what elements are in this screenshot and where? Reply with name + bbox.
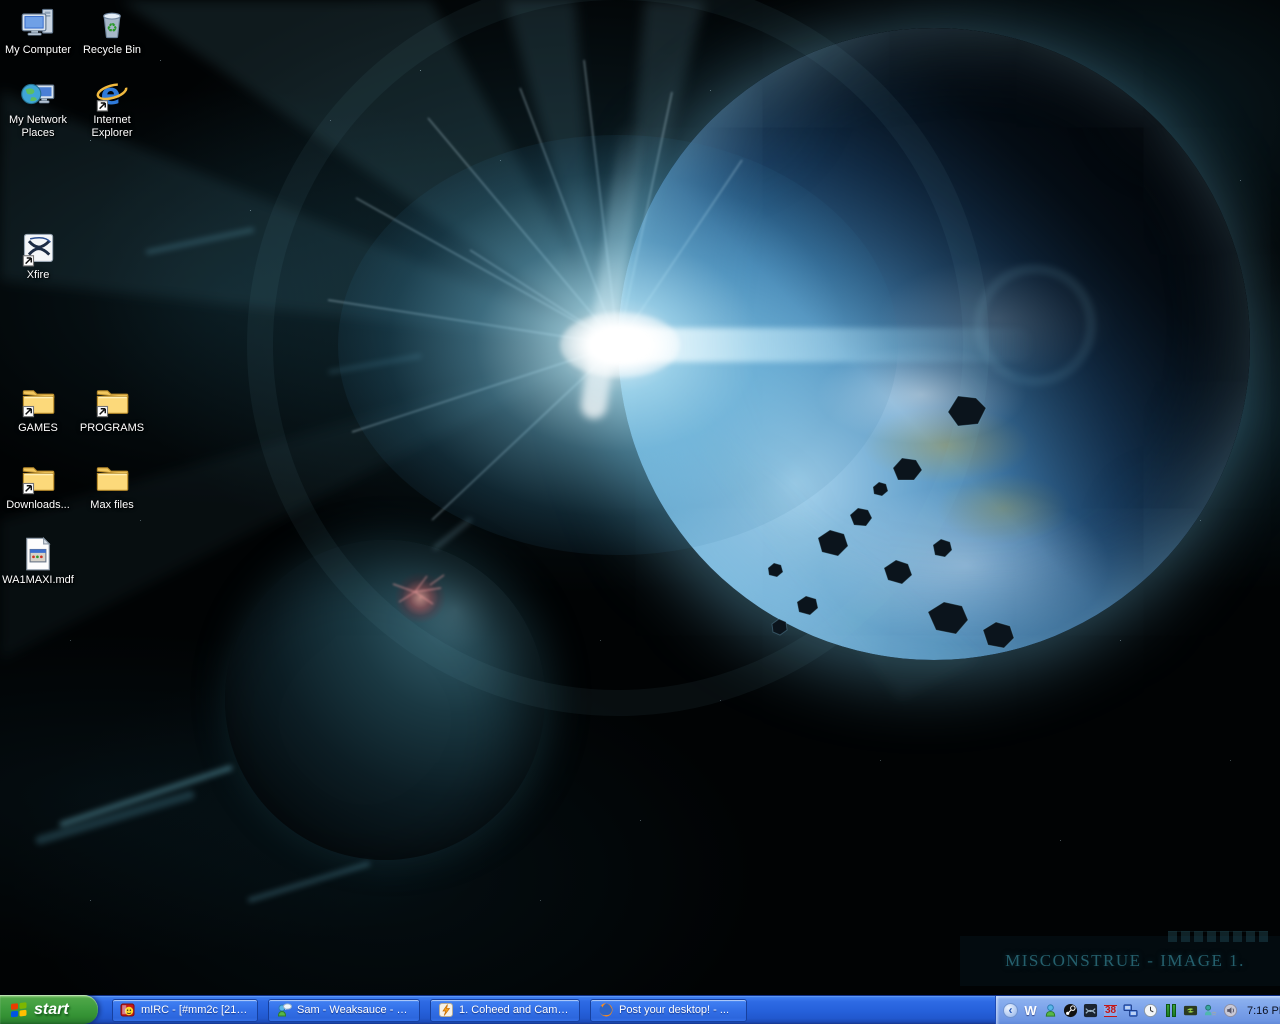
taskbar-button-firefox[interactable]: Post your desktop! - ... xyxy=(590,999,747,1022)
icon-label: GAMES xyxy=(18,422,58,435)
taskbar-button-winamp[interactable]: 1. Coheed and Camb... xyxy=(430,999,580,1022)
tray-scheduler-clock-icon[interactable] xyxy=(1142,1002,1159,1019)
wallpaper-watermark-text: MISCONSTRUE - IMAGE 1. xyxy=(990,951,1260,971)
folder-shortcut-icon xyxy=(20,461,56,497)
tray-xfire-icon[interactable] xyxy=(1082,1002,1099,1019)
icon-label: Recycle Bin xyxy=(83,44,141,57)
messenger-icon xyxy=(276,1002,292,1018)
wallpaper-logo-mark xyxy=(1168,931,1268,942)
folder-icon xyxy=(94,461,130,497)
icon-label: WA1MAXI.mdf xyxy=(2,574,74,587)
taskbar-button-messenger[interactable]: Sam - Weaksauce - C... xyxy=(268,999,420,1022)
taskbar-button-label: Sam - Weaksauce - C... xyxy=(297,1004,412,1016)
start-button[interactable]: start xyxy=(0,995,98,1024)
folder-shortcut-icon xyxy=(20,384,56,420)
winamp-icon xyxy=(438,1002,454,1018)
my-network-places-icon xyxy=(20,76,56,112)
moon-impact-lightning xyxy=(393,575,444,604)
icon-label: My Network Places xyxy=(1,114,75,140)
mirc-icon xyxy=(120,1002,136,1018)
recycle-bin-icon: ♻ xyxy=(94,6,130,42)
desktop-icon-max-files[interactable]: Max files xyxy=(74,461,150,512)
icon-label: PROGRAMS xyxy=(80,422,144,435)
tray-clock[interactable]: 7:16 PM xyxy=(1247,1005,1280,1017)
desktop-icon-wa1maxi-mdf[interactable]: WA1MAXI.mdf xyxy=(0,536,76,587)
desktop-icon-xfire[interactable]: Xfire xyxy=(0,231,76,282)
my-computer-icon xyxy=(20,6,56,42)
tray-volume-speaker-icon[interactable] xyxy=(1222,1002,1239,1019)
icon-label: My Computer xyxy=(5,44,71,57)
tray-nvidia-settings-icon[interactable] xyxy=(1182,1002,1199,1019)
tray-messenger-icon[interactable] xyxy=(1042,1002,1059,1019)
tray-temperature-monitor-icon[interactable]: 38 xyxy=(1102,1002,1119,1019)
tray-collapse-chevron-icon[interactable]: ‹ xyxy=(1002,1002,1019,1019)
desktop-icon-internet-explorer[interactable]: e Internet Explorer xyxy=(74,76,150,140)
xfire-icon xyxy=(20,231,56,267)
desktop-icon-my-network-places[interactable]: My Network Places xyxy=(0,76,76,140)
tray-icons: ‹ W 38 xyxy=(1002,1002,1239,1019)
tray-pause-bars-icon[interactable] xyxy=(1162,1002,1179,1019)
taskbar-button-label: Post your desktop! - ... xyxy=(619,1004,729,1016)
desktop-wallpaper: MISCONSTRUE - IMAGE 1. My Computer ♻ Re xyxy=(0,0,1280,995)
start-button-label: start xyxy=(34,1001,73,1019)
icon-label: Max files xyxy=(90,499,133,512)
tray-network-icon[interactable] xyxy=(1122,1002,1139,1019)
icon-label: Xfire xyxy=(27,269,50,282)
screen: MISCONSTRUE - IMAGE 1. My Computer ♻ Re xyxy=(0,0,1280,1024)
desktop-icon-recycle-bin[interactable]: ♻ Recycle Bin xyxy=(74,6,150,57)
tray-audio-wizard-icon[interactable] xyxy=(1202,1002,1219,1019)
desktop-icon-downloads[interactable]: Downloads... xyxy=(0,461,76,512)
taskbar-button-mirc[interactable]: mIRC - [#mm2c [21] ... xyxy=(112,999,258,1022)
internet-explorer-icon: e xyxy=(94,76,130,112)
mdf-file-icon xyxy=(20,536,56,572)
system-tray: ‹ W 38 xyxy=(995,996,1280,1024)
desktop-icon-my-computer[interactable]: My Computer xyxy=(0,6,76,57)
desktop-icon-programs[interactable]: PROGRAMS xyxy=(74,384,150,435)
tray-w-app-icon[interactable]: W xyxy=(1022,1002,1039,1019)
icon-label: Downloads... xyxy=(6,499,70,512)
windows-flag-icon xyxy=(10,1001,28,1019)
svg-text:♻: ♻ xyxy=(106,21,117,35)
taskbar-button-label: 1. Coheed and Camb... xyxy=(459,1004,572,1016)
tray-steam-icon[interactable] xyxy=(1062,1002,1079,1019)
firefox-icon xyxy=(598,1002,614,1018)
star-explosion-core xyxy=(560,312,680,378)
taskbar-button-label: mIRC - [#mm2c [21] ... xyxy=(141,1004,250,1016)
desktop-icon-games[interactable]: GAMES xyxy=(0,384,76,435)
folder-shortcut-icon xyxy=(94,384,130,420)
icon-label: Internet Explorer xyxy=(75,114,149,140)
taskbar: start mIRC - [#mm2c [21] ... Sam - Weaks… xyxy=(0,995,1280,1024)
